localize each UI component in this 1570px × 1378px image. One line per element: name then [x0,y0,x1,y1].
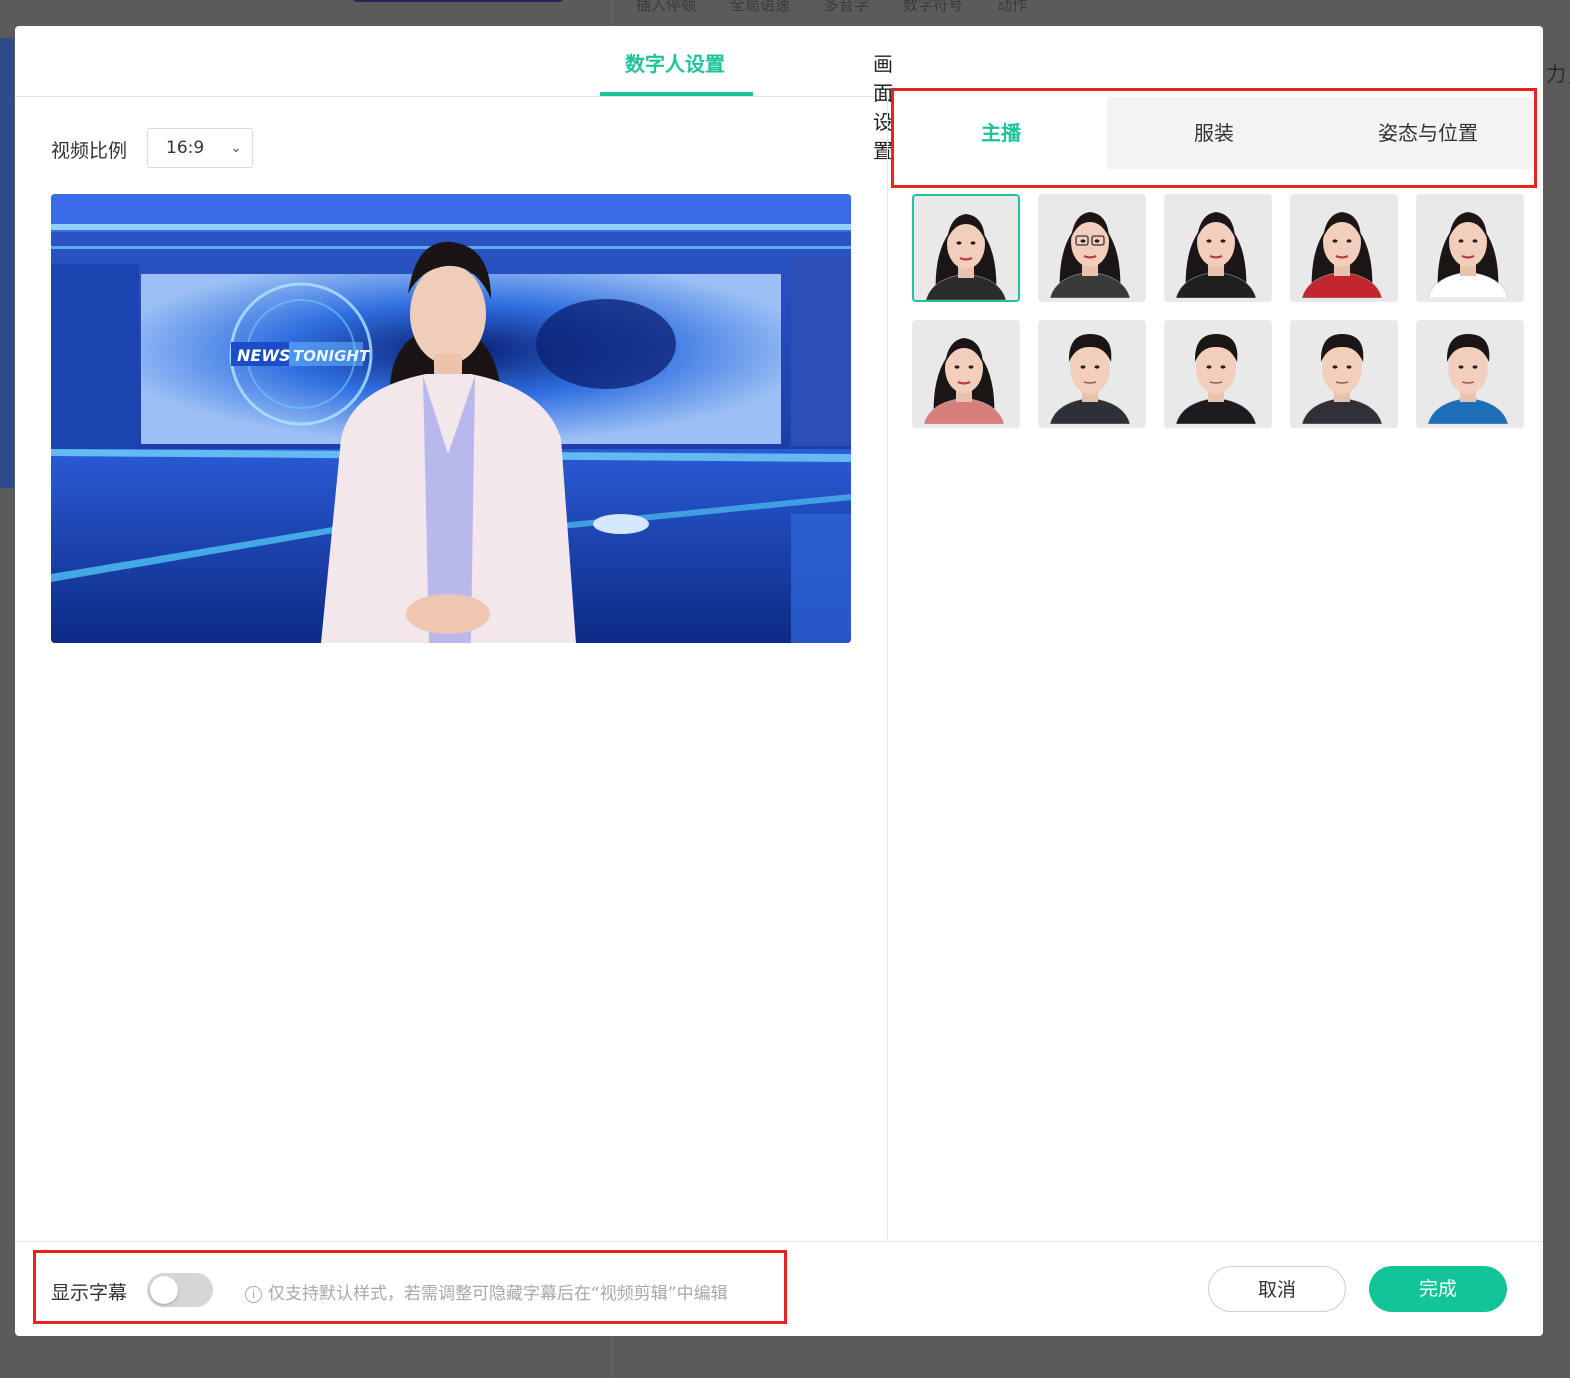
video-ratio-value: 16:9 [166,138,205,158]
done-button[interactable]: 完成 [1369,1266,1507,1312]
anchor-avatar[interactable] [1038,194,1146,302]
tonight-logo-text: TONIGHT [293,347,371,365]
anchor-avatar[interactable] [912,194,1020,302]
avatar-portrait [1427,212,1509,299]
news-studio-scene: NEWS TONIGHT [51,194,851,643]
tab-scene-settings[interactable]: 画面设置 [873,48,893,164]
tab-digital-human-settings[interactable]: 数字人设置 [625,48,725,77]
anchor-avatar[interactable] [1164,320,1272,428]
anchor-avatar[interactable] [1164,194,1272,302]
background-toolbar: 插入停顿 全局语速 多音字 数字符号 动作 [636,0,1027,14]
avatar-portrait [1049,334,1131,425]
background-pill [350,0,566,2]
video-ratio-label: 视频比例 [51,140,128,162]
bg-toolbar-item: 数字符号 [903,0,964,14]
avatar-portrait [1301,212,1383,299]
anchor-avatar[interactable] [1416,194,1524,302]
digital-human-settings-dialog: 数字人设置 画面设置 视频比例 16:9 ⌄ NEWS TONIGHT 主播 服… [15,26,1543,1336]
main-tab-bar: 数字人设置 画面设置 [15,26,893,163]
avatar-portrait [1301,334,1383,425]
background-text-fragment: 力， [1546,62,1570,86]
panel-divider [887,96,888,1241]
background-left-panel [0,38,14,488]
news-logo-text: NEWS [237,346,291,365]
anchor-avatar[interactable] [1290,320,1398,428]
cancel-button[interactable]: 取消 [1208,1266,1346,1312]
avatar-portrait [1427,334,1509,425]
bg-toolbar-item: 插入停顿 [636,0,697,14]
avatar-portrait [923,338,1005,425]
anchor-avatar[interactable] [1290,194,1398,302]
avatar-portrait [1175,212,1257,299]
video-preview: NEWS TONIGHT [51,194,851,643]
bg-toolbar-item: 多音字 [824,0,870,14]
avatar-portrait [925,214,1007,300]
anchor-avatar[interactable] [912,320,1020,428]
anchor-avatar[interactable] [1038,320,1146,428]
bg-toolbar-item: 动作 [997,0,1028,14]
highlight-box-subtabs [891,88,1537,188]
active-tab-indicator [600,92,753,96]
footer-divider [15,1241,1543,1242]
bg-toolbar-item: 全局语速 [730,0,791,14]
chevron-down-icon: ⌄ [230,140,242,156]
video-ratio-select[interactable]: 16:9 ⌄ [147,128,253,168]
avatar-portrait [1175,334,1257,425]
avatar-portrait [1049,212,1131,299]
anchor-avatar[interactable] [1416,320,1524,428]
highlight-box-subtitles [33,1250,787,1324]
